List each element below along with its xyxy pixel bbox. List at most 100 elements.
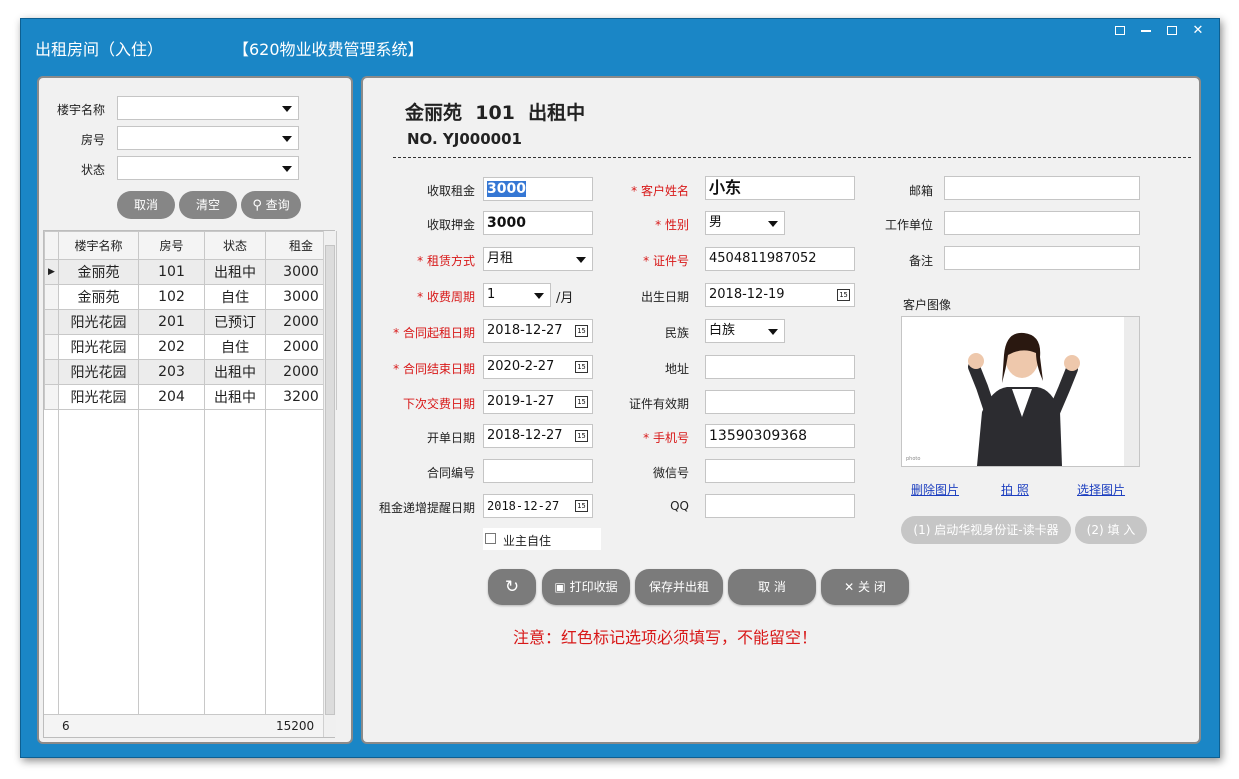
owner-self-checkbox-row[interactable]: 业主自住 bbox=[483, 528, 601, 550]
dropdown-arrow-icon bbox=[534, 293, 544, 299]
ethnic-label: 民族 bbox=[664, 326, 689, 340]
birth-date-input[interactable]: 2018-12-19 15 bbox=[705, 283, 855, 307]
delete-photo-link[interactable]: 删除图片 bbox=[911, 481, 959, 498]
refresh-icon: ↻ bbox=[504, 577, 520, 597]
birth-date-label: 出生日期 bbox=[640, 290, 689, 304]
id-number-input[interactable]: 4504811987052 bbox=[705, 247, 855, 271]
window-menu-icon bbox=[1115, 26, 1125, 35]
system-name: 【620物业收费管理系统】 bbox=[233, 40, 424, 59]
room-title: 金丽苑 101 出租中 bbox=[405, 102, 586, 124]
next-payment-label: 下次交费日期 bbox=[402, 397, 475, 411]
table-row[interactable]: 阳光花园 204 出租中 3200 bbox=[44, 384, 337, 410]
contract-number-input[interactable] bbox=[483, 459, 593, 483]
wechat-input[interactable] bbox=[705, 459, 855, 483]
billing-cycle-label: * 收费周期 bbox=[417, 290, 475, 304]
maximize-button[interactable] bbox=[1159, 21, 1185, 41]
take-photo-link[interactable]: 拍 照 bbox=[1001, 481, 1029, 498]
row-selected-icon: ▶ bbox=[44, 259, 59, 285]
photo-label: 客户图像 bbox=[903, 298, 952, 312]
workplace-input[interactable] bbox=[944, 211, 1140, 235]
column-header[interactable]: 状态 bbox=[204, 231, 266, 260]
rent-label: 收取租金 bbox=[426, 184, 475, 198]
status-label: 状态 bbox=[80, 163, 105, 177]
deposit-input[interactable]: 3000 bbox=[483, 211, 593, 235]
open-date-label: 开单日期 bbox=[426, 431, 475, 445]
id-validity-input[interactable] bbox=[705, 390, 855, 414]
filter-clear-button[interactable]: 清空 bbox=[179, 191, 237, 219]
column-header[interactable]: 楼宇名称 bbox=[58, 231, 139, 260]
print-icon: ▣ bbox=[554, 580, 566, 594]
rent-increase-remind-date[interactable]: 2018-12-27 15 bbox=[483, 494, 593, 518]
column-header[interactable]: 房号 bbox=[138, 231, 205, 260]
filter-cancel-button[interactable]: 取消 bbox=[117, 191, 175, 219]
table-row[interactable]: 阳光花园 201 已预订 2000 bbox=[44, 309, 337, 335]
contract-start-date[interactable]: 2018-12-27 15 bbox=[483, 319, 593, 343]
billing-cycle-select[interactable]: 1 bbox=[483, 283, 551, 307]
calendar-icon[interactable]: 15 bbox=[575, 325, 588, 337]
remark-input[interactable] bbox=[944, 246, 1140, 270]
billing-cycle-unit: /月 bbox=[556, 291, 574, 306]
query-button[interactable]: ⚲ 查询 bbox=[241, 191, 301, 219]
next-payment-date[interactable]: 2019-1-27 15 bbox=[483, 390, 593, 414]
rent-increase-remind-label: 租金递增提醒日期 bbox=[378, 501, 475, 515]
close-icon: ✕ bbox=[1192, 23, 1204, 38]
calendar-icon[interactable]: 15 bbox=[575, 500, 588, 512]
qq-input[interactable] bbox=[705, 494, 855, 518]
customer-photo: photo bbox=[901, 316, 1140, 467]
table-scrollbar[interactable] bbox=[323, 231, 336, 737]
calendar-icon[interactable]: 15 bbox=[837, 289, 850, 301]
status-select[interactable] bbox=[117, 156, 299, 180]
window-title: 出租房间（入住） bbox=[35, 40, 164, 59]
customer-name-input[interactable]: 小东 bbox=[705, 176, 855, 200]
rent-input[interactable]: 3000 bbox=[483, 177, 593, 201]
room-table-container: 楼宇名称 房号 状态 租金 ▶ 金丽苑 101 出租中 3000 金丽苑 102… bbox=[43, 230, 337, 738]
building-select[interactable] bbox=[117, 96, 299, 120]
gender-select[interactable]: 男 bbox=[705, 211, 785, 235]
lease-type-label: * 租赁方式 bbox=[417, 254, 475, 268]
dropdown-arrow-icon bbox=[768, 221, 778, 227]
read-id-card-button[interactable]: (1) 启动华视身份证-读卡器 bbox=[901, 516, 1071, 544]
email-input[interactable] bbox=[944, 176, 1140, 200]
building-label: 楼宇名称 bbox=[56, 103, 105, 117]
minimize-icon bbox=[1141, 29, 1151, 32]
scroll-thumb[interactable] bbox=[325, 245, 335, 715]
dropdown-arrow-icon bbox=[768, 329, 778, 335]
app-window: 出租房间（入住） 【620物业收费管理系统】 ✕ 楼宇名称 房号 状态 取消 清… bbox=[20, 18, 1220, 758]
close-window-button[interactable]: ✕ bbox=[1185, 21, 1211, 41]
svg-text:photo: photo bbox=[906, 456, 920, 462]
contract-number-label: 合同编号 bbox=[426, 466, 475, 480]
rent-total: 15200 bbox=[276, 719, 315, 733]
table-row[interactable]: ▶ 金丽苑 101 出租中 3000 bbox=[44, 259, 337, 285]
qq-label: QQ bbox=[670, 499, 689, 513]
minimize-button[interactable] bbox=[1133, 21, 1159, 41]
room-table: 楼宇名称 房号 状态 租金 ▶ 金丽苑 101 出租中 3000 金丽苑 102… bbox=[44, 231, 337, 410]
owner-self-checkbox[interactable] bbox=[485, 533, 496, 544]
address-input[interactable] bbox=[705, 355, 855, 379]
customer-name-label: * 客户姓名 bbox=[631, 184, 689, 198]
table-row[interactable]: 金丽苑 102 自住 3000 bbox=[44, 284, 337, 310]
room-select[interactable] bbox=[117, 126, 299, 150]
dropdown-arrow-icon bbox=[282, 106, 292, 112]
ethnic-select[interactable]: 白族 bbox=[705, 319, 785, 343]
lease-type-select[interactable]: 月租 bbox=[483, 247, 593, 271]
calendar-icon[interactable]: 15 bbox=[575, 430, 588, 442]
deposit-label: 收取押金 bbox=[426, 218, 475, 232]
save-and-rent-button[interactable]: 保存并出租 bbox=[635, 569, 723, 605]
dropdown-arrow-icon bbox=[576, 257, 586, 263]
close-button[interactable]: ✕ 关 闭 bbox=[821, 569, 909, 605]
window-menu-button[interactable] bbox=[1107, 21, 1133, 41]
open-date-input[interactable]: 2018-12-27 15 bbox=[483, 424, 593, 448]
calendar-icon[interactable]: 15 bbox=[575, 361, 588, 373]
phone-input[interactable]: 13590309368 bbox=[705, 424, 855, 448]
print-receipt-button[interactable]: ▣ 打印收据 bbox=[542, 569, 630, 605]
contract-end-date[interactable]: 2020-2-27 15 bbox=[483, 355, 593, 379]
calendar-icon[interactable]: 15 bbox=[575, 396, 588, 408]
table-row[interactable]: 阳光花园 203 出租中 2000 bbox=[44, 359, 337, 385]
room-label: 房号 bbox=[80, 133, 105, 147]
cancel-button[interactable]: 取 消 bbox=[728, 569, 816, 605]
remark-label: 备注 bbox=[908, 254, 933, 268]
refresh-button[interactable]: ↻ bbox=[488, 569, 536, 605]
fill-in-button[interactable]: (2) 填 入 bbox=[1075, 516, 1147, 544]
choose-photo-link[interactable]: 选择图片 bbox=[1077, 481, 1125, 498]
table-row[interactable]: 阳光花园 202 自住 2000 bbox=[44, 334, 337, 360]
